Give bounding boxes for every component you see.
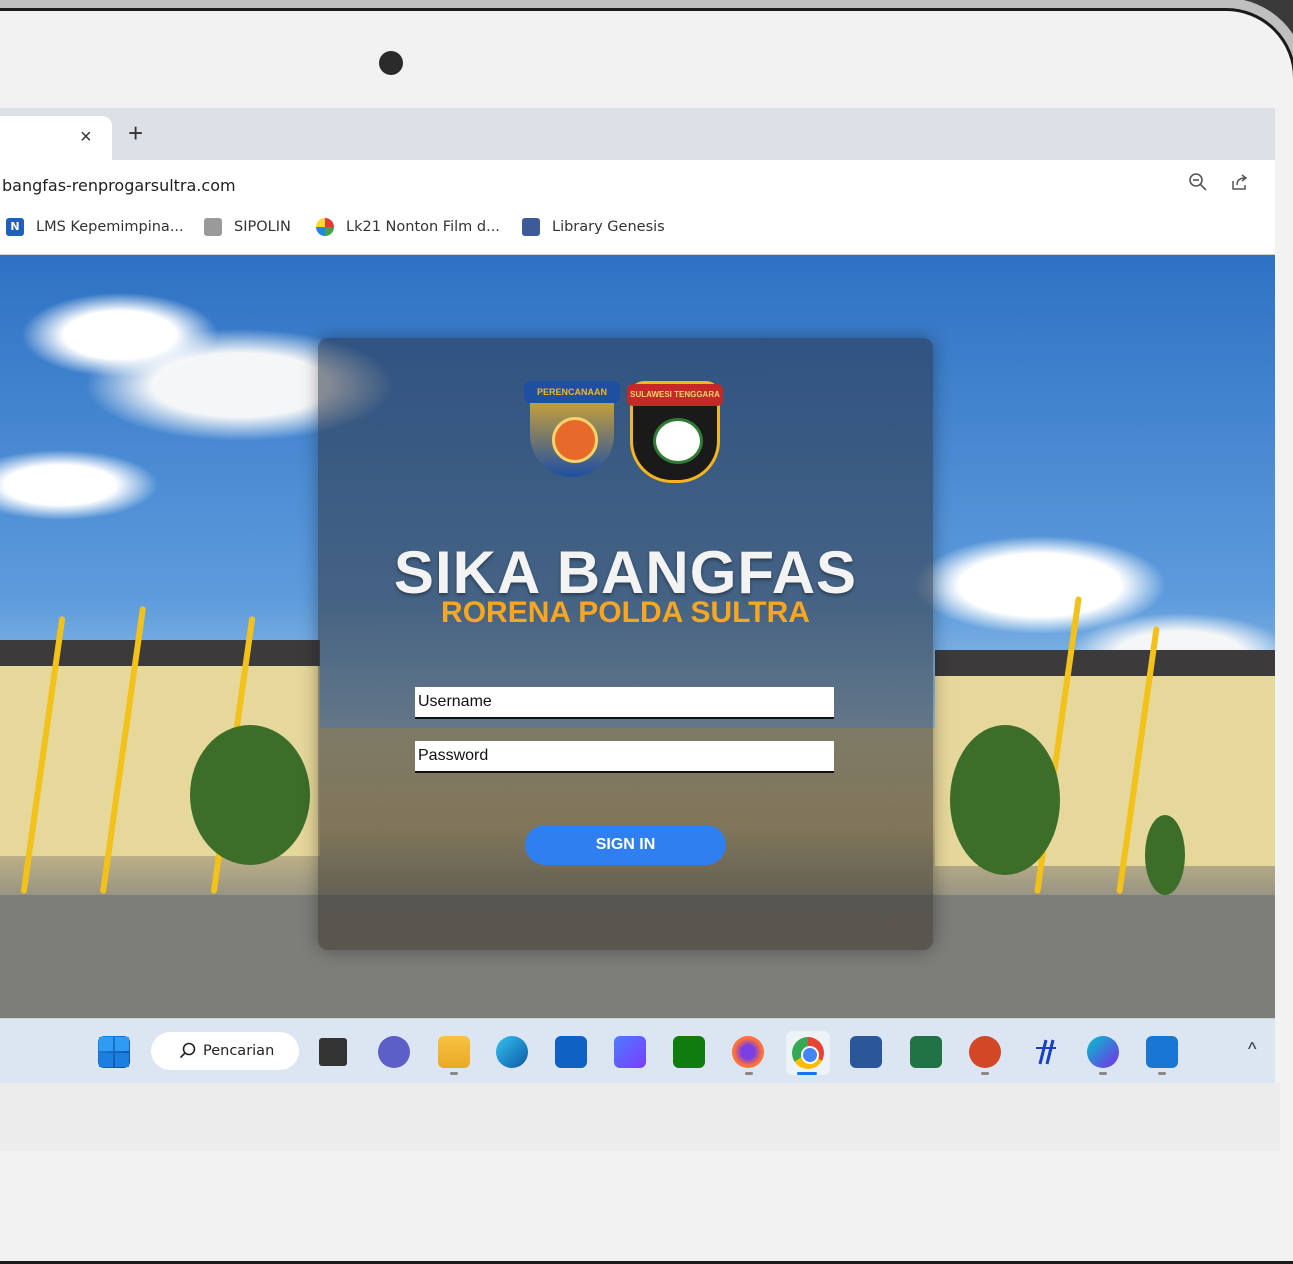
bookmark-sipolin[interactable]: SIPOLIN (204, 218, 291, 236)
device-bottom-frame (0, 1083, 1280, 1151)
task-view-icon[interactable] (319, 1038, 347, 1066)
file-explorer-icon[interactable] (438, 1036, 470, 1068)
teams-chat-icon[interactable] (378, 1036, 410, 1068)
system-tray-chevron-icon[interactable]: ^ (1248, 1039, 1256, 1060)
bookmark-label: Library Genesis (552, 219, 665, 235)
windows-start-icon[interactable] (98, 1036, 130, 1068)
camera-icon (379, 51, 403, 75)
excel-icon[interactable] (910, 1036, 942, 1068)
logo-banner-text: SULAWESI TENGGARA (627, 384, 723, 406)
running-indicator (1099, 1072, 1107, 1075)
login-page-background: PERENCANAAN SULAWESI TENGGARA SIKA BANGF… (0, 255, 1275, 1018)
edge-icon[interactable] (496, 1036, 528, 1068)
emblem-icon (552, 417, 598, 463)
xbox-icon[interactable] (673, 1036, 705, 1068)
running-indicator (981, 1072, 989, 1075)
tree (950, 725, 1060, 875)
taskbar: Pencarian ^ (0, 1018, 1275, 1083)
browser-window: × + bangfas-renprogarsultra.com N LMS Ke… (0, 108, 1275, 1083)
search-label: Pencarian (203, 1043, 275, 1059)
word-icon[interactable] (850, 1036, 882, 1068)
running-indicator (1158, 1072, 1166, 1075)
building-roof-right (935, 650, 1275, 676)
bookmark-lk21[interactable]: Lk21 Nonton Film d... (316, 218, 500, 236)
password-input[interactable] (415, 741, 834, 773)
lms-icon: N (6, 218, 24, 236)
share-icon[interactable] (1230, 172, 1250, 197)
tree (190, 725, 310, 865)
slash-app-icon[interactable] (1028, 1036, 1060, 1068)
login-card: PERENCANAAN SULAWESI TENGGARA SIKA BANGF… (318, 338, 933, 950)
tree (1145, 815, 1185, 895)
emblem-icon (653, 418, 703, 464)
perencanaan-logo: PERENCANAAN (524, 381, 620, 477)
polda-sultra-logo: SULAWESI TENGGARA (627, 381, 723, 483)
taskbar-search[interactable]: Pencarian (151, 1032, 299, 1070)
powerpoint-icon[interactable] (969, 1036, 1001, 1068)
bookmark-lms[interactable]: N LMS Kepemimpina... (6, 218, 184, 236)
bookmark-label: LMS Kepemimpina... (36, 219, 184, 235)
new-tab-button[interactable]: + (128, 120, 143, 146)
canva-icon[interactable] (1087, 1036, 1119, 1068)
app-icon[interactable] (614, 1036, 646, 1068)
store-icon[interactable] (555, 1036, 587, 1068)
bookmarks-bar: N LMS Kepemimpina... SIPOLIN Lk21 Nonton… (0, 204, 1275, 255)
address-bar: bangfas-renprogarsultra.com (0, 160, 1275, 204)
active-indicator (797, 1072, 817, 1075)
building-roof-left (0, 640, 320, 666)
libgen-icon (522, 218, 540, 236)
close-tab-icon[interactable]: × (80, 126, 92, 149)
bookmark-label: SIPOLIN (234, 219, 291, 235)
tab-strip: × + (0, 108, 1275, 160)
lk21-icon (316, 218, 334, 236)
app-subtitle: RORENA POLDA SULTRA (441, 596, 810, 629)
zoom-out-icon[interactable] (1188, 172, 1208, 197)
running-indicator (450, 1072, 458, 1075)
running-indicator (745, 1072, 753, 1075)
video-player-icon[interactable] (1146, 1036, 1178, 1068)
search-icon (179, 1032, 197, 1070)
firefox-icon[interactable] (732, 1036, 764, 1068)
url-text[interactable]: bangfas-renprogarsultra.com (2, 176, 236, 195)
logo-banner-text: PERENCANAAN (524, 381, 620, 403)
bookmark-libgen[interactable]: Library Genesis (522, 218, 665, 236)
chrome-icon-center (801, 1046, 819, 1064)
sign-in-button[interactable]: SIGN IN (525, 825, 726, 865)
bookmark-label: Lk21 Nonton Film d... (346, 219, 500, 235)
chrome-active-slot[interactable] (786, 1031, 830, 1075)
active-tab[interactable]: × (0, 116, 112, 160)
sipolin-icon (204, 218, 222, 236)
username-input[interactable] (415, 687, 834, 719)
